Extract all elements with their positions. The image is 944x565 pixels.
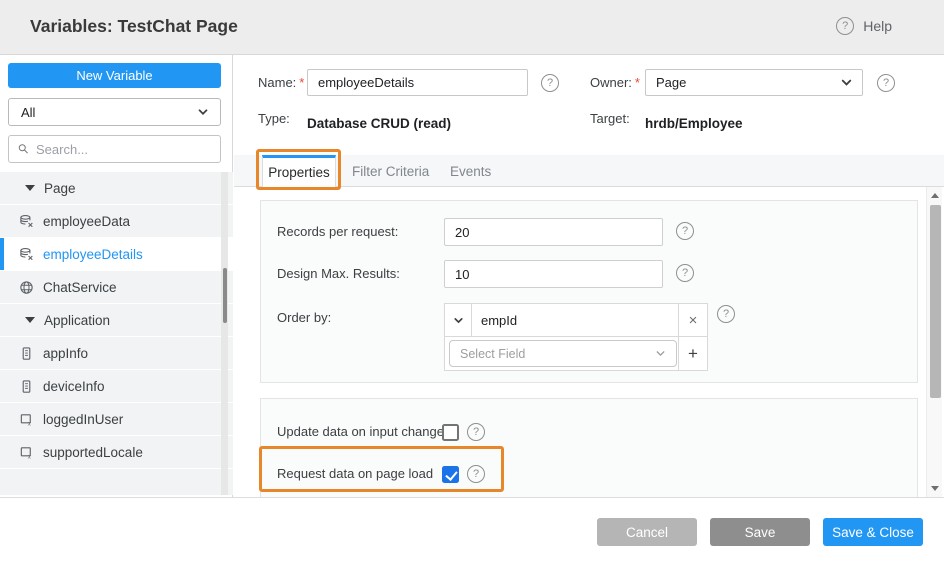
svg-text:x: x — [27, 452, 32, 459]
cancel-button[interactable]: Cancel — [597, 518, 697, 546]
help-label: Help — [863, 18, 892, 34]
tab-properties[interactable]: Properties — [262, 155, 336, 187]
records-per-request-label: Records per request: — [277, 218, 398, 246]
content-scrollbar-thumb[interactable] — [930, 205, 941, 398]
caret-down-icon — [25, 317, 35, 323]
behavior-panel: Update data on input change ? Request da… — [260, 398, 918, 497]
dialog-header: Variables: TestChat Page ? Help — [0, 0, 944, 55]
database-icon — [19, 247, 34, 262]
page-title: Variables: TestChat Page — [30, 16, 238, 37]
device-icon — [19, 379, 34, 394]
request-data-checkbox[interactable] — [442, 466, 459, 483]
save-button[interactable]: Save — [710, 518, 810, 546]
order-by-label: Order by: — [277, 304, 331, 332]
update-data-checkbox[interactable] — [442, 424, 459, 441]
content-scrollbar-track — [926, 187, 942, 497]
help-icon[interactable]: ? — [717, 305, 735, 323]
item-label: ChatService — [43, 280, 117, 295]
required-marker: * — [299, 75, 304, 90]
variable-editor: Name:* ? Owner:* Page ? Type: Database C… — [234, 55, 944, 497]
chevron-down-icon — [196, 105, 210, 119]
help-icon[interactable]: ? — [676, 222, 694, 240]
sidebar-scrollbar-thumb[interactable] — [223, 268, 227, 323]
type-value: Database CRUD (read) — [307, 116, 451, 132]
variables-tree: Page employeeData — [0, 172, 233, 495]
sidebar-scrollbar-track — [221, 172, 228, 495]
help-icon[interactable]: ? — [467, 423, 485, 441]
tab-bar: Properties Filter Criteria Events — [234, 155, 944, 187]
name-input[interactable] — [307, 69, 528, 96]
variable-icon: x — [19, 412, 34, 427]
chevron-down-icon — [452, 314, 465, 327]
new-variable-button[interactable]: New Variable — [8, 63, 221, 88]
item-label: employeeData — [43, 214, 130, 229]
help-icon[interactable]: ? — [541, 74, 559, 92]
properties-panel: Records per request: ? Design Max. Resul… — [260, 200, 918, 383]
records-per-request-input[interactable] — [444, 218, 663, 246]
design-max-results-label: Design Max. Results: — [277, 260, 400, 288]
design-max-results-input[interactable] — [444, 260, 663, 288]
remove-order-field-button[interactable]: × — [678, 304, 707, 336]
add-order-field-button[interactable]: + — [678, 337, 707, 371]
database-icon — [19, 214, 34, 229]
sidebar-item-appinfo[interactable]: appInfo — [0, 337, 233, 370]
chevron-down-icon — [654, 347, 667, 360]
help-icon[interactable]: ? — [467, 465, 485, 483]
order-direction-button[interactable] — [445, 304, 472, 336]
type-label: Type: — [258, 111, 290, 127]
save-and-close-button[interactable]: Save & Close — [823, 518, 923, 546]
tab-filter-criteria[interactable]: Filter Criteria — [352, 155, 429, 187]
svg-text:x: x — [27, 419, 32, 426]
owner-label: Owner:* — [590, 69, 640, 96]
order-by-field[interactable]: empId — [472, 304, 678, 336]
sidebar-item-supportedlocale[interactable]: x supportedLocale — [0, 436, 233, 469]
target-value: hrdb/Employee — [645, 116, 743, 132]
help-icon[interactable]: ? — [877, 74, 895, 92]
help-icon: ? — [836, 17, 854, 35]
sidebar-item-employeedata[interactable]: employeeData — [0, 205, 233, 238]
chevron-down-icon — [839, 75, 854, 90]
variable-filter-select[interactable]: All — [8, 98, 221, 126]
globe-icon — [19, 280, 34, 295]
owner-select[interactable]: Page — [645, 69, 863, 96]
sidebar-group-page[interactable]: Page — [0, 172, 233, 205]
sidebar-item-deviceinfo[interactable]: deviceInfo — [0, 370, 233, 403]
help-icon[interactable]: ? — [676, 264, 694, 282]
select-field-dropdown[interactable]: Select Field — [449, 340, 677, 367]
variables-sidebar: New Variable All Page — [0, 55, 233, 497]
required-marker: * — [635, 75, 640, 90]
scroll-down-arrow[interactable] — [931, 486, 939, 491]
owner-select-value: Page — [656, 75, 839, 90]
request-data-label: Request data on page load — [277, 460, 433, 488]
filter-select-value: All — [21, 105, 196, 120]
help-button[interactable]: ? Help — [836, 17, 892, 35]
item-label: employeeDetails — [43, 247, 143, 262]
item-label: appInfo — [43, 346, 88, 361]
sidebar-group-application[interactable]: Application — [0, 304, 233, 337]
search-input[interactable] — [36, 142, 212, 157]
tab-events[interactable]: Events — [450, 155, 491, 187]
caret-down-icon — [25, 185, 35, 191]
device-icon — [19, 346, 34, 361]
dialog-footer: Cancel Save Save & Close — [0, 497, 944, 565]
sidebar-item-loggedinuser[interactable]: x loggedInUser — [0, 403, 233, 436]
target-label: Target: — [590, 111, 630, 127]
sidebar-item-employeedetails[interactable]: employeeDetails — [0, 238, 233, 271]
group-label: Application — [44, 313, 110, 328]
name-label: Name:* — [258, 69, 304, 96]
search-icon — [18, 142, 29, 156]
select-field-placeholder: Select Field — [460, 347, 654, 361]
order-by-editor: empId × Select Field + — [444, 303, 708, 371]
update-data-label: Update data on input change — [277, 418, 444, 446]
item-label: loggedInUser — [43, 412, 123, 427]
variable-icon: x — [19, 445, 34, 460]
sidebar-item-chatservice[interactable]: ChatService — [0, 271, 233, 304]
item-label: supportedLocale — [43, 445, 143, 460]
item-label: deviceInfo — [43, 379, 105, 394]
group-label: Page — [44, 181, 76, 196]
search-box — [8, 135, 221, 163]
scroll-up-arrow[interactable] — [931, 193, 939, 198]
